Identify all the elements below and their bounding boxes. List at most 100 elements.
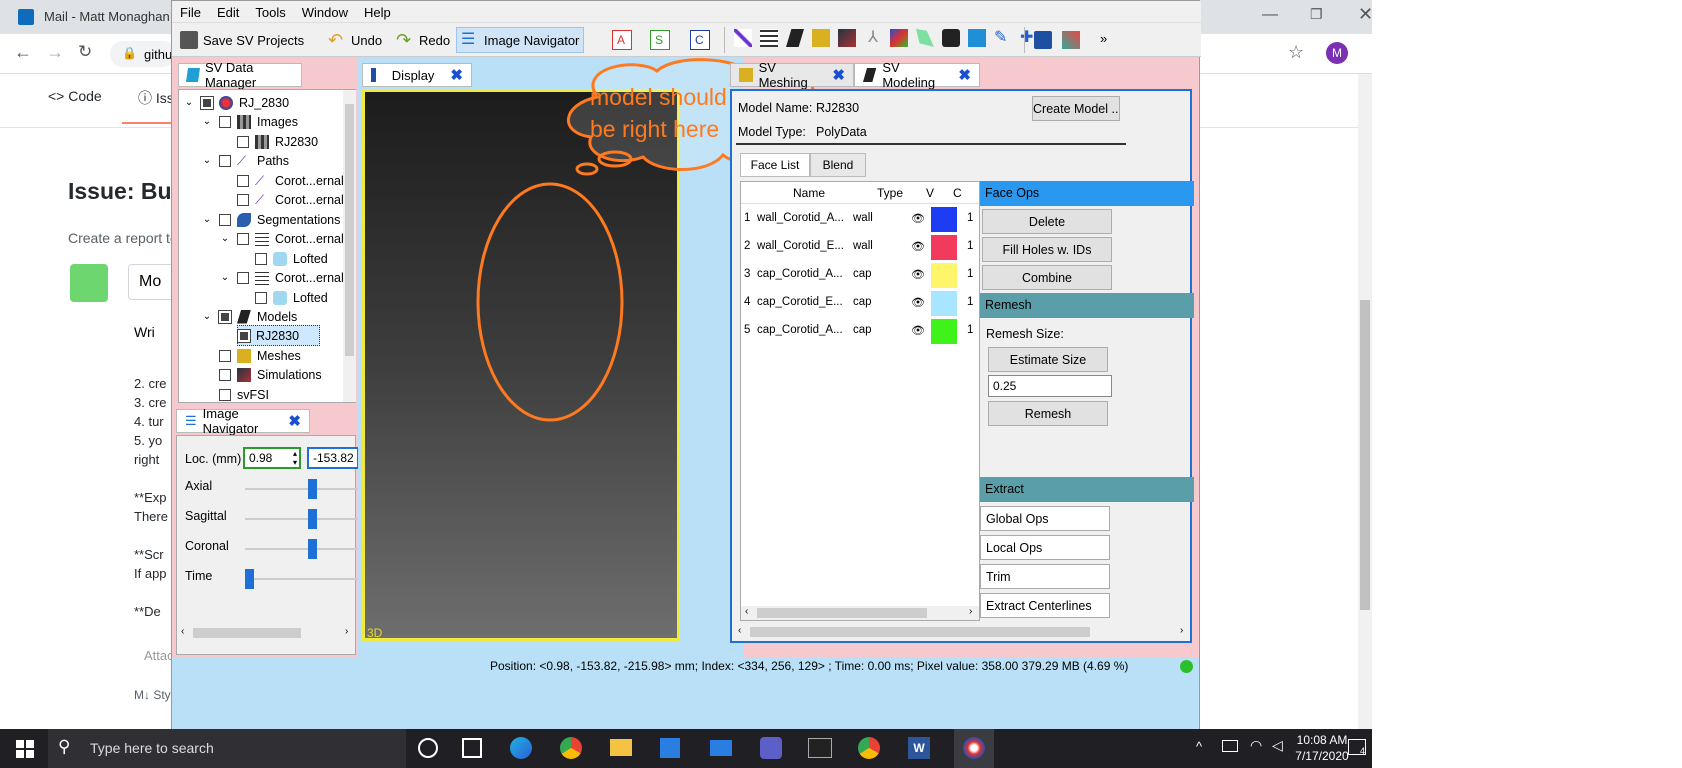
taskbar-search-box[interactable]: ⚲ Type here to search <box>48 729 406 768</box>
close-tab-icon[interactable]: ✖ <box>958 66 971 84</box>
delete-button[interactable]: Delete <box>982 209 1112 234</box>
bookmark-star-icon[interactable]: ☆ <box>1288 42 1304 63</box>
checkbox[interactable] <box>237 174 249 187</box>
sagittal-slider[interactable] <box>245 509 359 529</box>
checkbox[interactable] <box>237 232 249 245</box>
cube-icon[interactable] <box>968 29 986 47</box>
visibility-eye-icon[interactable]: 👁 <box>911 240 925 253</box>
toggle-s-button[interactable]: S <box>650 30 670 50</box>
checkbox[interactable] <box>219 115 231 128</box>
tab-image-navigator[interactable]: ☰ Image Navigator ✖ <box>176 406 310 436</box>
checkbox[interactable] <box>237 193 249 206</box>
collapse-icon[interactable]: ⌄ <box>219 272 231 283</box>
file-explorer-icon[interactable] <box>610 739 632 756</box>
scroll-left-icon[interactable]: ‹ <box>738 625 741 636</box>
rgb-icon[interactable] <box>890 29 908 47</box>
time-slider[interactable] <box>245 569 359 589</box>
segmentation-tool-icon[interactable] <box>760 29 778 47</box>
sagittal-slider-thumb[interactable] <box>308 509 317 529</box>
table-row[interactable]: 5 cap_Corotid_A... cap 1 👁 <box>741 318 979 346</box>
tree-lofted-item[interactable]: Lofted <box>255 287 328 308</box>
back-icon[interactable]: ← <box>14 42 32 63</box>
tree-path-item[interactable]: ⟋ Corot...ernal <box>237 170 344 191</box>
collapse-icon[interactable]: ⌄ <box>201 311 213 322</box>
tree-simulations[interactable]: Simulations <box>219 364 322 385</box>
undo-button[interactable]: ↶ Undo <box>324 27 386 53</box>
tree-svfsi[interactable]: svFSI <box>219 384 269 405</box>
collapse-icon[interactable]: ⌄ <box>201 214 213 225</box>
extract-centerlines-header[interactable]: Extract Centerlines <box>980 593 1110 618</box>
minimize-icon[interactable]: — <box>1262 6 1278 24</box>
menu-tools[interactable]: Tools <box>247 1 293 24</box>
table-row[interactable]: 2 wall_Corotid_E... wall 1 👁 <box>741 234 979 262</box>
curve-icon[interactable] <box>942 29 960 47</box>
checkbox[interactable] <box>219 349 231 362</box>
scroll-right-icon[interactable]: › <box>1180 625 1183 636</box>
chrome-profile-icon[interactable] <box>858 737 880 759</box>
volume-icon[interactable]: ◁ <box>1272 737 1283 754</box>
scrollbar-thumb[interactable] <box>193 628 301 638</box>
spin-arrows-icon[interactable]: ▴ ▾ <box>293 449 297 467</box>
profile-avatar[interactable]: M <box>1326 42 1348 64</box>
close-tab-icon[interactable]: ✖ <box>288 412 301 430</box>
toggle-c-button[interactable]: C <box>690 30 710 50</box>
tab-display[interactable]: Display ✖ <box>362 63 472 87</box>
face-color-swatch[interactable] <box>931 207 957 232</box>
redo-button[interactable]: ↷ Redo <box>392 27 454 53</box>
tab-blend[interactable]: Blend <box>810 153 866 177</box>
extract-header[interactable]: Extract <box>980 477 1194 502</box>
simvascular-taskbar-button[interactable] <box>954 729 994 768</box>
toolbar-overflow-icon[interactable]: » <box>1100 31 1107 46</box>
face-color-swatch[interactable] <box>931 291 957 316</box>
visibility-eye-icon[interactable]: 👁 <box>911 212 925 225</box>
cortana-icon[interactable] <box>418 738 438 758</box>
tree-image-item[interactable]: RJ2830 <box>237 131 318 152</box>
edge-icon[interactable] <box>510 737 532 759</box>
loc-y-spinbox[interactable]: -153.82 <box>307 447 359 469</box>
scrollbar-thumb[interactable] <box>1360 300 1370 610</box>
reload-icon[interactable]: ↻ <box>78 42 92 62</box>
tree-root[interactable]: ⌄ RJ_2830 <box>183 92 289 113</box>
collapse-icon[interactable]: ⌄ <box>201 155 213 166</box>
chrome-icon[interactable] <box>560 737 582 759</box>
checkbox[interactable] <box>255 291 267 304</box>
attach-files[interactable]: Attac <box>144 648 174 663</box>
gh-tab-issues[interactable]: ⓘ Iss <box>138 88 174 108</box>
tree-paths[interactable]: ⌄ ⟋ Paths <box>201 150 289 171</box>
path-tool-icon[interactable] <box>734 29 752 47</box>
coronal-slider-thumb[interactable] <box>308 539 317 559</box>
tree-model-item-selected[interactable]: RJ2830 <box>237 325 321 346</box>
gh-tab-code[interactable]: <> Code <box>48 88 102 104</box>
task-view-icon[interactable] <box>462 738 482 758</box>
tree-models[interactable]: ⌄ Models <box>201 306 297 327</box>
windows-start-icon[interactable] <box>16 740 34 758</box>
navigator-hscrollbar[interactable]: ‹ › <box>177 626 355 640</box>
tab-sv-modeling[interactable]: SV Modeling ✖ <box>854 60 980 90</box>
menu-help[interactable]: Help <box>356 1 399 24</box>
face-color-swatch[interactable] <box>931 235 957 260</box>
menu-window[interactable]: Window <box>294 1 356 24</box>
scroll-right-icon[interactable]: › <box>969 606 972 617</box>
time-slider-thumb[interactable] <box>245 569 254 589</box>
mail-icon[interactable] <box>710 740 732 756</box>
close-tab-icon[interactable]: ✖ <box>832 66 845 84</box>
close-tab-icon[interactable]: ✖ <box>450 66 463 84</box>
scroll-left-icon[interactable]: ‹ <box>181 626 184 637</box>
fill-holes-button[interactable]: Fill Holes w. IDs <box>982 237 1112 262</box>
remesh-header[interactable]: Remesh <box>980 293 1194 318</box>
surface-icon[interactable] <box>916 29 934 47</box>
close-icon[interactable]: ✕ <box>1358 4 1373 25</box>
tray-chevron-icon[interactable]: ^ <box>1196 739 1202 754</box>
global-ops-header[interactable]: Global Ops <box>980 506 1110 531</box>
visibility-eye-icon[interactable]: 👁 <box>911 296 925 309</box>
checkbox[interactable] <box>219 154 231 167</box>
checkbox[interactable] <box>219 388 231 401</box>
visibility-eye-icon[interactable]: 👁 <box>911 324 925 337</box>
table-row[interactable]: 3 cap_Corotid_A... cap 1 👁 <box>741 262 979 290</box>
remesh-size-input[interactable]: 0.25 <box>988 375 1112 397</box>
clock[interactable]: 10:08 AM 7/17/2020 <box>1292 732 1352 764</box>
restore-icon[interactable]: ❐ <box>1310 6 1323 23</box>
axial-slider[interactable] <box>245 479 359 499</box>
write-tab[interactable]: Wri <box>134 324 155 340</box>
table-row[interactable]: 4 cap_Corotid_E... cap 1 👁 <box>741 290 979 318</box>
